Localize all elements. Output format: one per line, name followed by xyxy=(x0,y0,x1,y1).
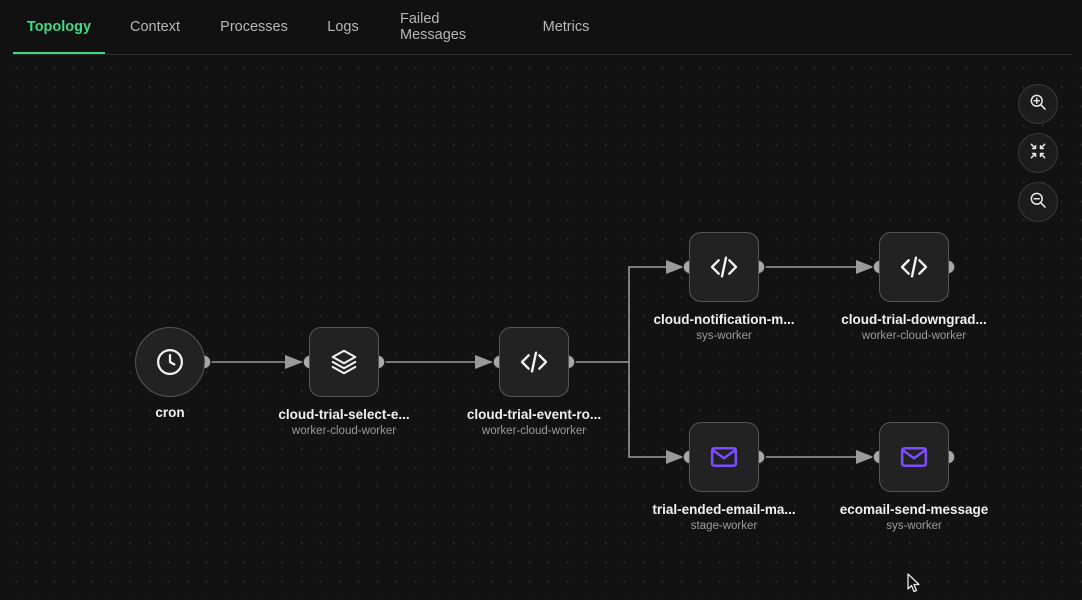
node-cloud-trial-event-router-label: cloud-trial-event-ro... xyxy=(466,407,602,422)
fit-view-icon xyxy=(1028,141,1048,166)
zoom-out-icon xyxy=(1028,190,1048,215)
mail-icon xyxy=(709,442,739,472)
node-cloud-trial-downgrade-label: cloud-trial-downgrad... xyxy=(841,312,987,327)
node-cloud-trial-event-router[interactable] xyxy=(499,327,569,397)
node-ecomail-send-message-label: ecomail-send-message xyxy=(839,502,989,517)
zoom-in-icon xyxy=(1028,92,1048,117)
node-cloud-notification-worker: sys-worker xyxy=(696,330,752,342)
node-ecomail-send-message-worker: sys-worker xyxy=(886,520,942,532)
node-trial-ended-email-label: trial-ended-email-ma... xyxy=(652,502,796,517)
node-cloud-notification-label: cloud-notification-m... xyxy=(653,312,795,327)
edge-router-trial-email xyxy=(628,362,684,464)
code-icon xyxy=(518,346,550,378)
fit-view-button[interactable] xyxy=(1018,133,1058,173)
node-ecomail-send-message[interactable] xyxy=(879,422,949,492)
node-cron-label: cron xyxy=(155,405,185,420)
node-cloud-trial-select-label: cloud-trial-select-e... xyxy=(278,407,410,422)
zoom-out-button[interactable] xyxy=(1018,182,1058,222)
node-trial-ended-email-worker: stage-worker xyxy=(690,520,758,532)
code-icon xyxy=(898,251,930,283)
node-cloud-trial-downgrade-worker: worker-cloud-worker xyxy=(861,330,967,342)
node-cloud-notification[interactable] xyxy=(689,232,759,302)
zoom-in-button[interactable] xyxy=(1018,84,1058,124)
clock-icon xyxy=(155,347,185,377)
code-icon xyxy=(708,251,740,283)
node-cloud-trial-event-router-worker: worker-cloud-worker xyxy=(481,425,587,437)
node-trial-ended-email[interactable] xyxy=(689,422,759,492)
node-cloud-trial-downgrade[interactable] xyxy=(879,232,949,302)
node-cloud-trial-select-worker: worker-cloud-worker xyxy=(291,425,397,437)
mouse-cursor-icon xyxy=(907,573,921,598)
layers-icon xyxy=(329,347,359,377)
node-cron[interactable] xyxy=(135,327,205,397)
node-cloud-trial-select[interactable] xyxy=(309,327,379,397)
mail-icon xyxy=(899,442,929,472)
